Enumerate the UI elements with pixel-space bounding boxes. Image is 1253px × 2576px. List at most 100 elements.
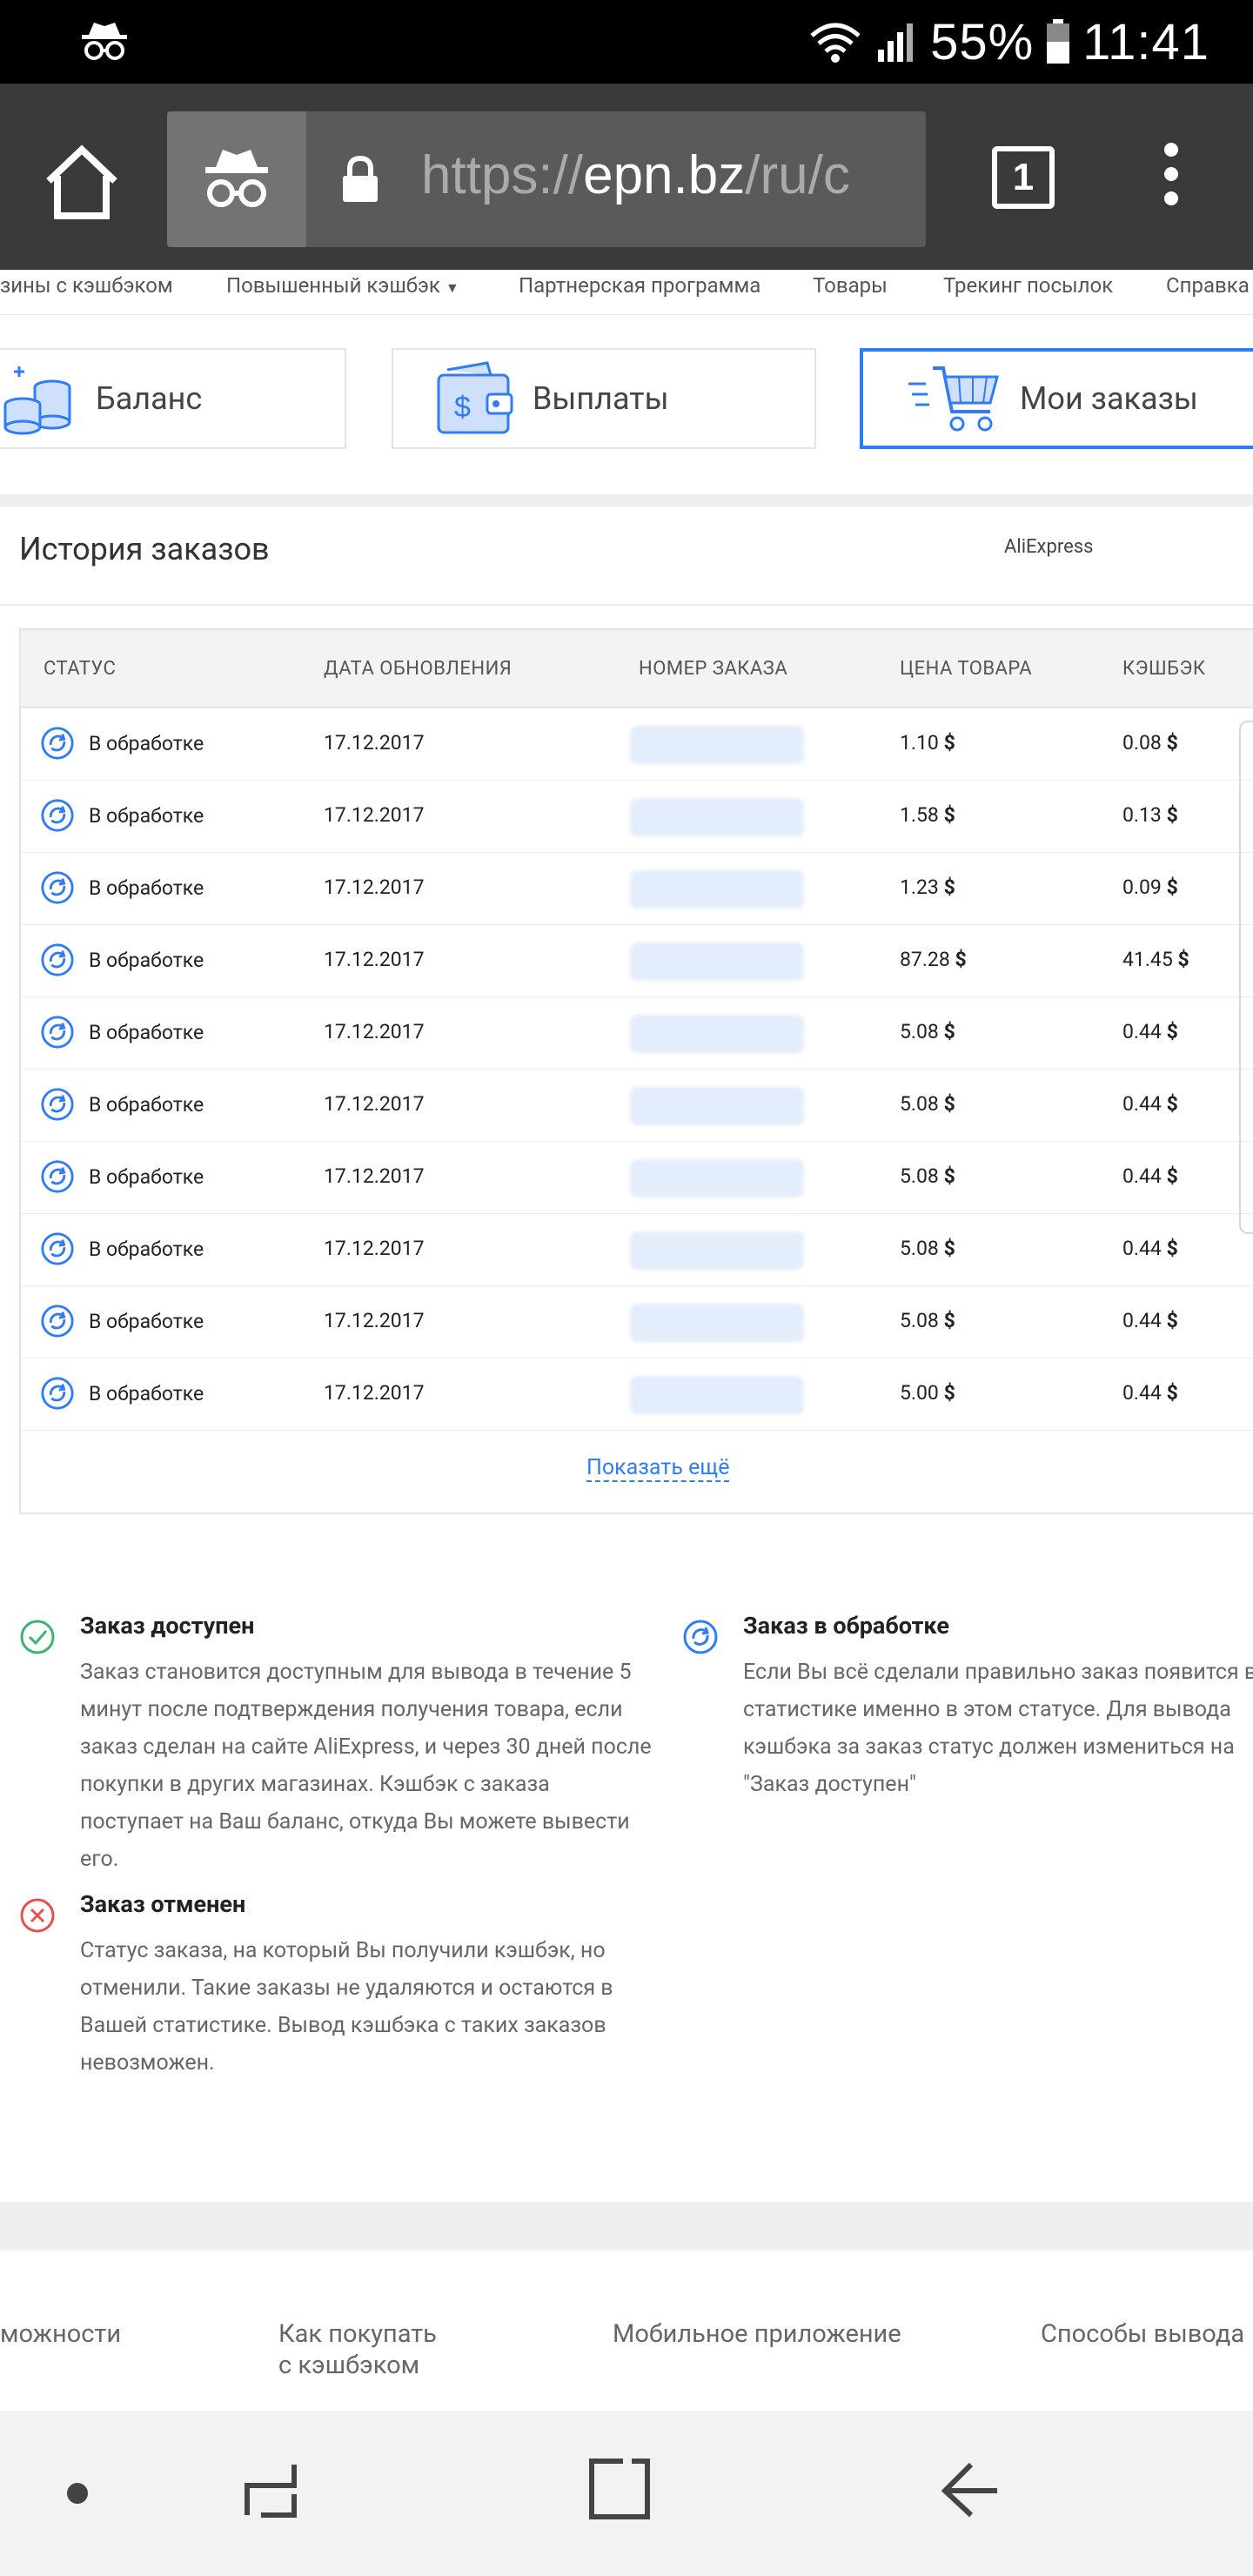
nav-item-tracking[interactable]: Трекинг посылок [943, 273, 1113, 298]
processing-icon [683, 1620, 718, 1654]
dot-icon[interactable] [66, 2482, 89, 2505]
table-header: СТАТУС ДАТА ОБНОВЛЕНИЯ НОМЕР ЗАКАЗА ЦЕНА… [21, 630, 1253, 708]
table-row[interactable]: В обработке 17.12.2017 5.08 $ 0.44 $ [21, 1214, 1253, 1286]
item-price: 5.00 $ [900, 1381, 955, 1405]
update-date: 17.12.2017 [324, 1164, 425, 1188]
more-menu-icon[interactable] [1157, 143, 1185, 216]
footer-link-mobile-app[interactable]: Мобильное приложение [613, 2318, 901, 2350]
show-more-link[interactable]: Показать ещё [586, 1455, 730, 1482]
section-divider [0, 494, 1253, 506]
table-row[interactable]: В обработке 17.12.2017 1.58 $ 0.13 $ [21, 781, 1253, 853]
cashback-amount: 0.09 $ [1122, 875, 1178, 899]
cashback-amount: 0.44 $ [1122, 1164, 1178, 1188]
footer-link-withdrawal[interactable]: Способы вывода [1041, 2318, 1244, 2350]
column-status[interactable]: СТАТУС [44, 658, 116, 680]
order-status: В обработке [40, 1015, 204, 1050]
order-number-redacted [630, 1159, 804, 1197]
battery-percent: 55% [930, 13, 1035, 70]
processing-icon [41, 1305, 74, 1338]
cart-icon [908, 366, 999, 432]
home-nav-icon[interactable] [588, 2458, 651, 2520]
processing-icon [41, 1160, 74, 1193]
home-icon[interactable] [42, 143, 122, 223]
update-date: 17.12.2017 [324, 1237, 425, 1260]
table-scrollbar[interactable] [1239, 721, 1253, 1234]
tab-switcher-button[interactable]: 1 [992, 146, 1055, 209]
table-row[interactable]: В обработке 17.12.2017 5.08 $ 0.44 $ [21, 997, 1253, 1070]
order-status: В обработке [40, 798, 204, 833]
table-row[interactable]: В обработке 17.12.2017 5.08 $ 0.44 $ [21, 1070, 1253, 1142]
column-date[interactable]: ДАТА ОБНОВЛЕНИЯ [324, 658, 512, 680]
update-date: 17.12.2017 [324, 731, 425, 755]
nav-item-help[interactable]: Справка [1166, 273, 1250, 298]
order-status: В обработке [40, 870, 204, 905]
footer-divider [0, 2202, 1253, 2251]
status-label: В обработке [89, 1237, 204, 1261]
account-cards: Баланс $ Выплаты Мои заказы [0, 315, 1253, 494]
shop-filter[interactable]: AliExpress [1004, 536, 1093, 558]
table-row[interactable]: В обработке 17.12.2017 87.28 $ 41.45 $ [21, 925, 1253, 997]
status-label: В обработке [89, 1020, 204, 1044]
order-number-redacted [630, 798, 804, 836]
cancel-circle-icon [20, 1898, 55, 1933]
processing-icon [41, 1377, 74, 1410]
column-price[interactable]: ЦЕНА ТОВАРА [900, 658, 1032, 680]
status-label: В обработке [89, 1381, 204, 1405]
cashback-amount: 0.44 $ [1122, 1020, 1178, 1043]
payouts-card[interactable]: $ Выплаты [392, 348, 816, 449]
payouts-label: Выплаты [533, 380, 669, 417]
item-price: 5.08 $ [900, 1237, 955, 1260]
android-nav-bar [0, 2411, 1253, 2576]
footer-link-how-to-buy[interactable]: Как покупать с кэшбэком [278, 2318, 437, 2381]
item-price: 1.58 $ [900, 803, 955, 827]
status-label: В обработке [89, 731, 204, 755]
order-status: В обработке [40, 1159, 204, 1194]
nav-item-partner-program[interactable]: Партнерская программа [519, 273, 761, 298]
back-icon[interactable] [940, 2459, 1001, 2520]
svg-text:$: $ [454, 391, 471, 424]
legend-cancelled-text: Статус заказа, на который Вы получили кэ… [80, 1938, 613, 2076]
coins-icon [3, 366, 71, 435]
item-price: 1.23 $ [900, 875, 955, 899]
processing-icon [41, 727, 74, 760]
clock: 11:41 [1082, 13, 1209, 70]
cashback-amount: 0.44 $ [1122, 1309, 1178, 1332]
cashback-amount: 0.13 $ [1122, 803, 1178, 827]
order-number-redacted [630, 726, 804, 764]
nav-item-stores[interactable]: зины с кэшбэком [0, 273, 173, 298]
update-date: 17.12.2017 [324, 1020, 425, 1043]
item-price: 87.28 $ [900, 948, 967, 971]
order-number-redacted [630, 1231, 804, 1270]
url-text[interactable]: https://epn.bz/ru/c [421, 144, 850, 206]
balance-label: Баланс [96, 380, 203, 417]
incognito-icon [205, 150, 268, 207]
wifi-icon [810, 23, 861, 63]
item-price: 1.10 $ [900, 731, 955, 755]
update-date: 17.12.2017 [324, 1092, 425, 1116]
processing-icon [41, 1088, 74, 1121]
order-number-redacted [630, 1087, 804, 1125]
table-row[interactable]: В обработке 17.12.2017 5.00 $ 0.44 $ [21, 1358, 1253, 1431]
recent-apps-icon[interactable] [240, 2459, 301, 2520]
address-bar[interactable]: https://epn.bz/ru/c [167, 111, 926, 247]
balance-card[interactable]: Баланс [0, 348, 346, 449]
order-status: В обработке [40, 943, 204, 977]
legend-available: Заказ доступен Заказ становится доступны… [19, 1612, 652, 1873]
table-row[interactable]: В обработке 17.12.2017 5.08 $ 0.44 $ [21, 1142, 1253, 1214]
order-status: В обработке [40, 1376, 204, 1411]
lock-icon [343, 155, 378, 202]
table-row[interactable]: В обработке 17.12.2017 1.23 $ 0.09 $ [21, 853, 1253, 925]
nav-item-products[interactable]: Товары [813, 273, 888, 298]
orders-card[interactable]: Мои заказы [860, 348, 1253, 449]
status-label: В обработке [89, 803, 204, 828]
order-number-redacted [630, 1304, 804, 1342]
column-cashback[interactable]: КЭШБЭК [1122, 658, 1206, 680]
order-number-redacted [630, 1376, 804, 1414]
status-label: В обработке [89, 875, 204, 900]
footer-link-features[interactable]: можности [0, 2318, 121, 2350]
table-row[interactable]: В обработке 17.12.2017 1.10 $ 0.08 $ [21, 708, 1253, 781]
table-row[interactable]: В обработке 17.12.2017 5.08 $ 0.44 $ [21, 1286, 1253, 1358]
column-order-number[interactable]: НОМЕР ЗАКАЗА [639, 658, 787, 680]
nav-item-increased-cashback[interactable]: Повышенный кэшбэк ▼ [226, 273, 459, 298]
legend-processing: Заказ в обработке Если Вы всё сделали пр… [682, 1612, 1253, 1803]
